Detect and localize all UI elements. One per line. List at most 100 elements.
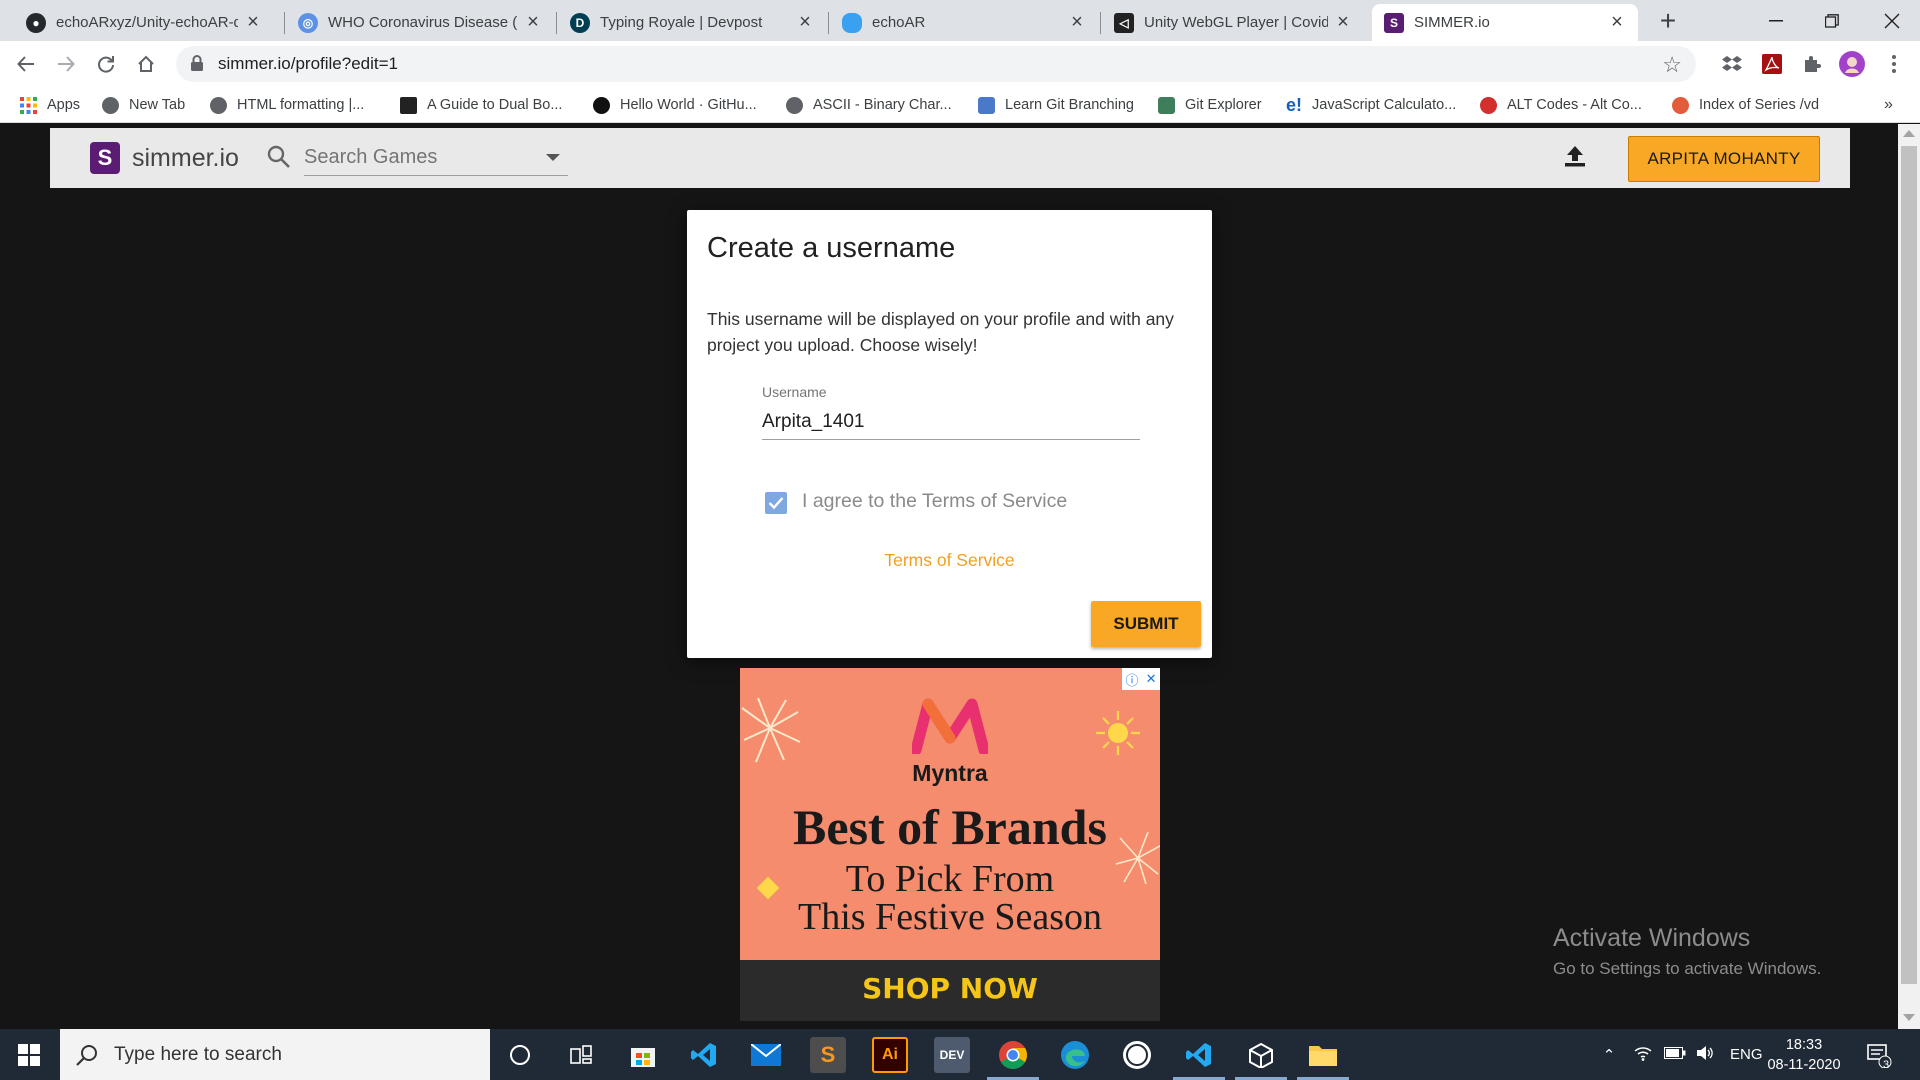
sublime-app[interactable]: S xyxy=(810,1037,846,1073)
tab-title: echoARxyz/Unity-echoAR-de xyxy=(56,14,238,31)
taskbar-search-placeholder: Type here to search xyxy=(114,1043,282,1065)
address-bar[interactable]: simmer.io/profile?edit=1 ☆ xyxy=(176,46,1696,82)
close-icon[interactable]: × xyxy=(524,11,542,34)
clock-time: 18:33 xyxy=(1785,1037,1823,1053)
close-icon[interactable]: × xyxy=(1608,11,1626,34)
learngit-icon xyxy=(978,96,995,114)
bookmark-js-calculator[interactable]: e! JavaScript Calculato... xyxy=(1286,87,1456,123)
apps-grid-icon xyxy=(20,96,37,114)
forward-button[interactable] xyxy=(50,48,82,80)
page-scrollbar[interactable] xyxy=(1898,124,1920,1029)
vscode-app[interactable] xyxy=(686,1037,722,1073)
altcodes-icon xyxy=(1480,96,1497,114)
vscode-icon xyxy=(691,1043,716,1067)
advertisement[interactable]: ⓘ ✕ Myntra Best of Brands To Pick From Th… xyxy=(740,668,1160,1021)
agree-checkbox-label[interactable]: I agree to the Terms of Service xyxy=(802,490,1067,513)
tab-simmer[interactable]: S SIMMER.io × xyxy=(1372,4,1638,41)
username-input[interactable] xyxy=(762,404,1140,440)
close-icon[interactable]: × xyxy=(1068,11,1086,34)
home-button[interactable] xyxy=(130,48,162,80)
search-input[interactable] xyxy=(304,140,568,176)
myntra-logo-icon xyxy=(912,698,988,754)
task-view-button[interactable] xyxy=(563,1037,599,1073)
profile-button[interactable] xyxy=(1836,48,1868,80)
taskbar-clock[interactable]: 18:33 08-11-2020 xyxy=(1758,1035,1850,1075)
bookmark-html-formatting[interactable]: HTML formatting |... xyxy=(210,87,364,123)
dropbox-extension[interactable] xyxy=(1716,48,1748,80)
close-window-button[interactable] xyxy=(1864,0,1920,41)
tab-who[interactable]: ◎ WHO Coronavirus Disease (C × xyxy=(286,4,554,41)
new-tab-button[interactable]: + xyxy=(1652,6,1684,38)
devcpp-icon: DEV xyxy=(939,1048,965,1062)
bookmark-ascii[interactable]: ASCII - Binary Char... xyxy=(786,87,952,123)
tab-devpost[interactable]: D Typing Royale | Devpost × xyxy=(558,4,826,41)
agree-checkbox[interactable] xyxy=(765,492,787,514)
windows-taskbar: Type here to search S Ai DEV ⌃ ENG 18:33… xyxy=(0,1029,1920,1080)
acrobat-extension[interactable] xyxy=(1756,48,1788,80)
unity-app[interactable] xyxy=(1243,1037,1279,1073)
close-icon[interactable]: × xyxy=(244,11,262,34)
bookmark-star-icon[interactable]: ☆ xyxy=(1662,52,1682,78)
vscode-icon xyxy=(1186,1043,1211,1067)
ad-subheadline-line-1: To Pick From xyxy=(845,858,1055,900)
bookmark-label: Git Explorer xyxy=(1185,97,1262,113)
back-button[interactable] xyxy=(10,48,42,80)
action-center-button[interactable]: 3 xyxy=(1866,1029,1892,1080)
volume-icon[interactable] xyxy=(1696,1045,1714,1065)
bookmark-alt-codes[interactable]: ALT Codes - Alt Co... xyxy=(1480,87,1642,123)
bookmark-new-tab[interactable]: New Tab xyxy=(102,87,185,123)
bookmark-learn-git[interactable]: Learn Git Branching xyxy=(978,87,1134,123)
ad-info-close[interactable]: ⓘ ✕ xyxy=(1122,668,1160,690)
close-icon[interactable]: × xyxy=(1334,11,1352,34)
minimize-button[interactable] xyxy=(1748,0,1804,41)
user-account-button[interactable]: ARPITA MOHANTY xyxy=(1628,136,1820,182)
tab-echoar[interactable]: echoAR × xyxy=(830,4,1098,41)
info-icon[interactable]: ⓘ xyxy=(1126,670,1139,689)
upload-icon[interactable] xyxy=(1564,144,1586,168)
taskbar-search-box[interactable]: Type here to search xyxy=(60,1029,490,1080)
tab-separator xyxy=(828,12,829,34)
devcpp-app[interactable]: DEV xyxy=(934,1037,970,1073)
more-bookmarks-button[interactable]: » xyxy=(1884,87,1893,123)
cortana-button[interactable] xyxy=(502,1037,538,1073)
wifi-icon[interactable] xyxy=(1634,1045,1652,1065)
tab-echoar-unity[interactable]: ● echoARxyz/Unity-echoAR-de × xyxy=(14,4,274,41)
close-icon[interactable]: ✕ xyxy=(1146,671,1157,687)
file-explorer-app[interactable] xyxy=(1305,1037,1341,1073)
whatsapp-app[interactable] xyxy=(1119,1037,1155,1073)
mail-app[interactable] xyxy=(748,1037,784,1073)
edge-app[interactable] xyxy=(1057,1037,1093,1073)
start-button[interactable] xyxy=(0,1029,58,1080)
more-vert-icon xyxy=(1892,55,1896,73)
bookmark-dual-boot[interactable]: A Guide to Dual Bo... xyxy=(400,87,562,123)
close-icon[interactable]: × xyxy=(796,11,814,34)
globe-icon xyxy=(786,96,803,114)
scroll-up-arrow-icon[interactable] xyxy=(1903,130,1915,137)
bookmark-hello-world[interactable]: Hello World · GitHu... xyxy=(593,87,757,123)
extensions-button[interactable] xyxy=(1796,48,1828,80)
restore-button[interactable] xyxy=(1804,0,1860,41)
mail-icon xyxy=(751,1044,781,1066)
terms-of-service-link[interactable]: Terms of Service xyxy=(687,550,1212,571)
vscode-app-2[interactable] xyxy=(1181,1037,1217,1073)
scroll-thumb[interactable] xyxy=(1901,146,1917,984)
shop-now-button[interactable]: SHOP NOW xyxy=(740,960,1160,1018)
submit-button[interactable]: SUBMIT xyxy=(1091,601,1201,647)
tab-unity-webgl[interactable]: ◁ Unity WebGL Player | Covid \ × xyxy=(1102,4,1364,41)
ad-cta-bar[interactable]: SHOP NOW xyxy=(740,960,1160,1021)
dropdown-caret-icon[interactable] xyxy=(546,154,560,161)
store-app[interactable] xyxy=(625,1037,661,1073)
avatar-icon xyxy=(1839,51,1865,77)
scroll-down-arrow-icon[interactable] xyxy=(1903,1014,1915,1021)
reload-button[interactable] xyxy=(90,48,122,80)
site-logo[interactable]: S simmer.io xyxy=(90,142,239,174)
battery-icon[interactable] xyxy=(1664,1046,1686,1063)
browser-menu-button[interactable] xyxy=(1878,48,1910,80)
bookmarks-bar: Apps New Tab HTML formatting |... A Guid… xyxy=(0,87,1920,123)
bookmark-apps[interactable]: Apps xyxy=(20,87,80,123)
bookmark-index-series[interactable]: Index of Series /vd xyxy=(1672,87,1819,123)
show-hidden-icons-chevron-icon[interactable]: ⌃ xyxy=(1598,1046,1620,1064)
bookmark-git-explorer[interactable]: Git Explorer xyxy=(1158,87,1262,123)
illustrator-app[interactable]: Ai xyxy=(872,1037,908,1073)
chrome-app[interactable] xyxy=(995,1037,1031,1073)
